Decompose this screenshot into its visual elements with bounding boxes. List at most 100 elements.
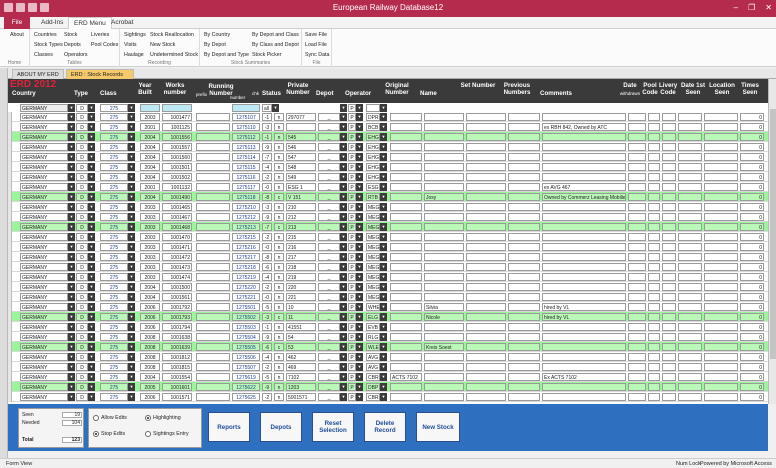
cell-set[interactable] — [466, 393, 506, 401]
table-row[interactable]: GERMANY ▼ D ▼ 275 ▼ 2004 1001556 1275112 -1 n 545 _ ▼… — [8, 132, 768, 142]
cell-name[interactable] — [424, 233, 464, 241]
chevron-down-icon[interactable]: ▼ — [88, 133, 95, 141]
chevron-down-icon[interactable]: ▼ — [128, 223, 135, 231]
cell-first[interactable] — [678, 323, 702, 331]
cell-chk[interactable]: -7 — [262, 223, 272, 231]
record-selector[interactable] — [8, 112, 12, 122]
cell-prefix[interactable] — [196, 193, 230, 201]
reports-button[interactable]: Reports — [208, 412, 250, 442]
cell-works[interactable]: 1001556 — [162, 133, 192, 141]
scrollbar-thumb[interactable] — [770, 109, 776, 359]
cell-op[interactable]: P — [348, 313, 356, 321]
table-row[interactable]: GERMANY ▼ D ▼ 275 ▼ 2003 1001477 1275107 -1 n 29707… — [8, 112, 768, 122]
chevron-down-icon[interactable]: ▼ — [380, 273, 387, 281]
chevron-down-icon[interactable]: ▼ — [88, 333, 95, 341]
cell-withdrawn[interactable] — [628, 143, 646, 151]
cell-chk[interactable]: -4 — [262, 353, 272, 361]
chevron-down-icon[interactable]: ▼ — [356, 113, 363, 121]
chevron-down-icon[interactable]: ▼ — [88, 363, 95, 371]
cell-withdrawn[interactable] — [628, 263, 646, 271]
cell-year[interactable]: 2003 — [140, 113, 160, 121]
record-selector[interactable] — [8, 172, 12, 182]
chevron-down-icon[interactable]: ▼ — [68, 353, 75, 361]
table-row[interactable]: GERMANY ▼ D ▼ 275 ▼ 2005 1001601 1275622 -9 n 1203 _… — [8, 382, 768, 392]
cell-name[interactable] — [424, 173, 464, 181]
cell-op[interactable]: P — [348, 303, 356, 311]
cell-run[interactable]: 1275619 — [232, 373, 260, 381]
cell-depot[interactable]: _ — [318, 193, 340, 201]
cell-prev[interactable] — [508, 133, 540, 141]
chevron-down-icon[interactable]: ▼ — [380, 104, 387, 112]
table-row[interactable]: GERMANY ▼ D ▼ 275 ▼ 2004 1001502 1275116 -2 n 549 _ ▼… — [8, 172, 768, 182]
chevron-down-icon[interactable]: ▼ — [88, 343, 95, 351]
chevron-down-icon[interactable]: ▼ — [380, 113, 387, 121]
cell-works[interactable]: 1001490 — [162, 193, 192, 201]
cell-type[interactable]: D — [76, 353, 88, 361]
cell-priv[interactable]: 220 — [286, 283, 316, 291]
table-row[interactable]: GERMANY ▼ D ▼ 275 ▼ 2004 1001554 1275619 -5 n 7102 _… — [8, 372, 768, 382]
cell-country[interactable]: GERMANY — [20, 353, 68, 361]
chevron-down-icon[interactable]: ▼ — [340, 373, 347, 381]
cell-orig[interactable] — [390, 223, 422, 231]
cell-year[interactable]: 2008 — [140, 363, 160, 371]
chevron-down-icon[interactable]: ▼ — [380, 293, 387, 301]
cell-type[interactable]: D — [76, 273, 88, 281]
cell-livery[interactable] — [662, 203, 676, 211]
ribbon-sync-data[interactable]: Sync Data — [305, 52, 329, 58]
cell-type[interactable]: D — [76, 203, 88, 211]
cell-priv[interactable]: 11 — [286, 313, 316, 321]
cell-depot[interactable]: _ — [318, 233, 340, 241]
table-row[interactable]: GERMANY ▼ D ▼ 275 ▼ 2003 1001471 1275216 -0 n 216 _ ▼… — [8, 242, 768, 252]
chevron-down-icon[interactable]: ▼ — [340, 263, 347, 271]
cell-status[interactable]: n — [274, 333, 284, 341]
cell-orig[interactable] — [390, 253, 422, 261]
cell-times[interactable]: 0 — [740, 193, 764, 201]
cell-pool[interactable] — [648, 153, 660, 161]
cell-prefix[interactable] — [196, 383, 230, 391]
cell-set[interactable] — [466, 173, 506, 181]
chevron-down-icon[interactable]: ▼ — [356, 223, 363, 231]
cell-prefix[interactable] — [196, 173, 230, 181]
record-selector[interactable] — [8, 252, 12, 262]
cell-livery[interactable] — [662, 193, 676, 201]
cell-class[interactable]: 275 — [100, 173, 128, 181]
ribbon-pool-codes[interactable]: Pool Codes — [91, 42, 118, 48]
table-row[interactable]: GERMANY ▼ D ▼ 275 ▼ 2003 1001470 1275215 -2 n 215 _ ▼… — [8, 232, 768, 242]
cell-class[interactable]: 275 — [100, 153, 128, 161]
cell-set[interactable] — [466, 273, 506, 281]
cell-op[interactable]: P — [348, 143, 356, 151]
cell-class[interactable]: 275 — [100, 163, 128, 171]
cell-loc[interactable] — [704, 133, 738, 141]
cell-run[interactable]: 1275117 — [232, 183, 260, 191]
cell-opcode[interactable]: AVG — [366, 363, 380, 371]
cell-set[interactable] — [466, 323, 506, 331]
table-row[interactable]: GERMANY ▼ D ▼ 275 ▼ 2004 1001560 1275114 -7 n 547 _ ▼… — [8, 152, 768, 162]
ribbon-stock[interactable]: Stock — [64, 32, 77, 38]
cell-class[interactable]: 275 — [100, 123, 128, 131]
chevron-down-icon[interactable]: ▼ — [128, 263, 135, 271]
chevron-down-icon[interactable]: ▼ — [68, 123, 75, 131]
chevron-down-icon[interactable]: ▼ — [356, 383, 363, 391]
cell-country[interactable]: GERMANY — [20, 243, 68, 251]
ribbon-save-file[interactable]: Save File — [305, 32, 327, 38]
cell-first[interactable] — [678, 243, 702, 251]
cell-run[interactable]: 1275505 — [232, 343, 260, 351]
cell-works[interactable]: 1001561 — [162, 293, 192, 301]
table-row[interactable]: GERMANY ▼ D ▼ 275 ▼ 2004 1001557 1275113 -9 n 546 _ ▼… — [8, 142, 768, 152]
cell-opcode[interactable]: EHG — [366, 163, 380, 171]
cell-prev[interactable] — [508, 263, 540, 271]
cell-opcode[interactable]: AVG — [366, 353, 380, 361]
table-row[interactable]: GERMANY ▼ D ▼ 275 ▼ 2006 1001793 1275502 -3 c 11 _ ▼ P… — [8, 312, 768, 322]
filter-country[interactable]: GERMANY — [20, 104, 68, 112]
cell-op[interactable]: P — [348, 323, 356, 331]
cell-depot[interactable]: _ — [318, 263, 340, 271]
cell-loc[interactable] — [704, 193, 738, 201]
cell-withdrawn[interactable] — [628, 363, 646, 371]
cell-comments[interactable] — [542, 203, 626, 211]
cell-pool[interactable] — [648, 233, 660, 241]
cell-op[interactable]: P — [348, 283, 356, 291]
table-row[interactable]: GERMANY ▼ D ▼ 275 ▼ 2001 1001132 1275117 -0 n ESG 1… — [8, 182, 768, 192]
tab-stock-records[interactable]: ERD : Stock Records — [66, 69, 134, 79]
cell-livery[interactable] — [662, 243, 676, 251]
cell-set[interactable] — [466, 183, 506, 191]
